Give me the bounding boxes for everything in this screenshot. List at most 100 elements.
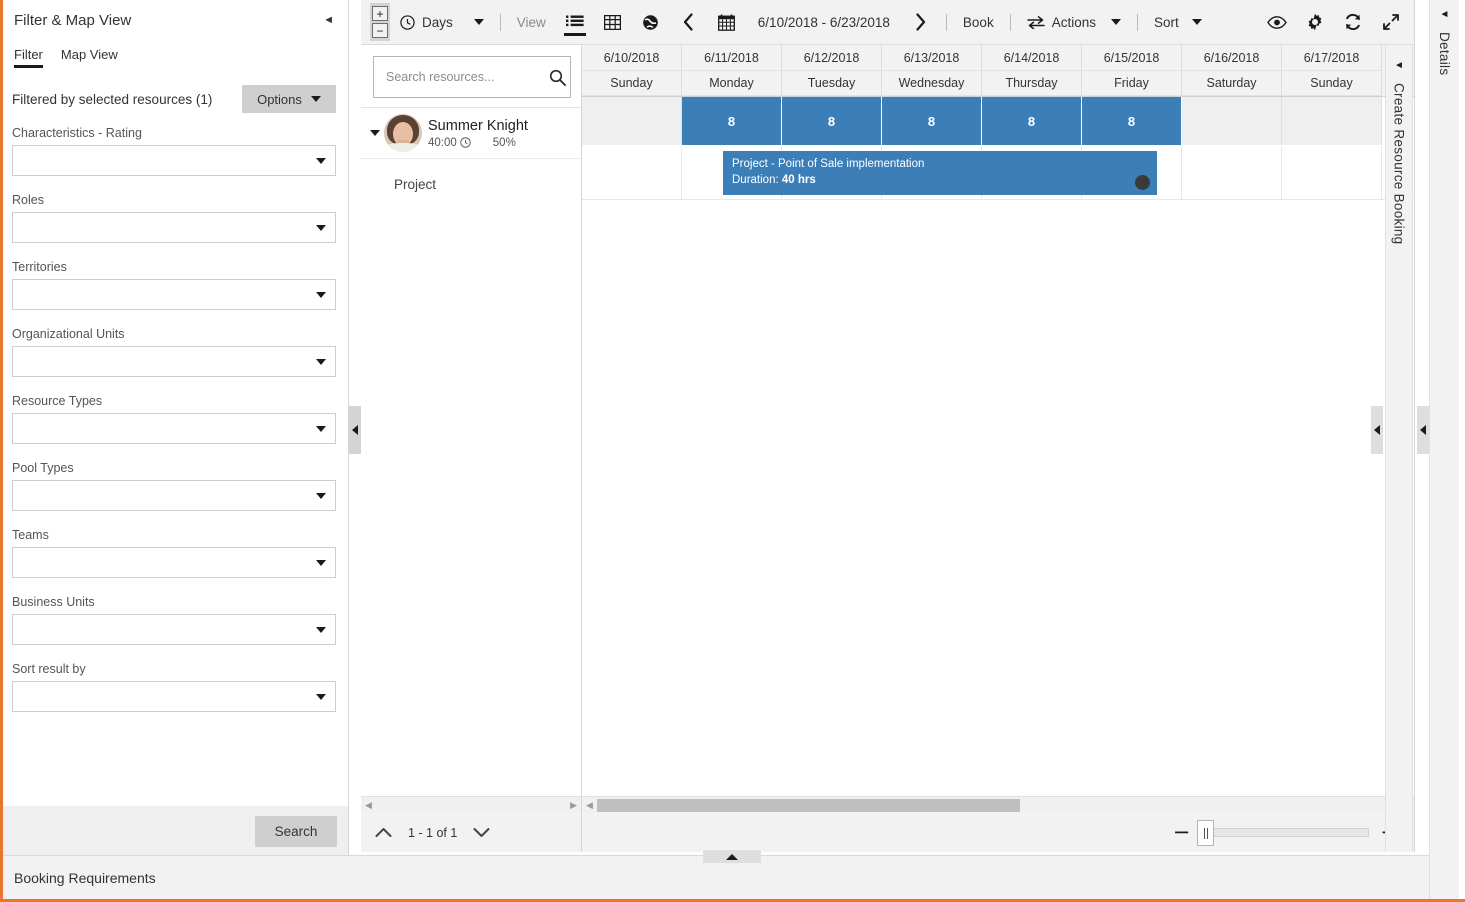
header-date-cell: 6/16/2018 <box>1182 45 1282 71</box>
sort-result-by-select[interactable] <box>12 681 336 712</box>
booking-requirements-label: Booking Requirements <box>14 869 156 886</box>
tab-map-view[interactable]: Map View <box>61 47 118 68</box>
grid-header-dates: 6/10/2018 6/11/2018 6/12/2018 6/13/2018 … <box>582 45 1414 71</box>
header-day-cell: Thursday <box>982 71 1082 96</box>
resource-stats: 40:00 50% <box>428 137 528 149</box>
calendar-icon[interactable] <box>708 0 746 45</box>
date-range-label[interactable]: 6/10/2018 - 6/23/2018 <box>746 15 902 30</box>
resource-row[interactable]: Summer Knight 40:00 50% <box>361 107 581 158</box>
chevron-left-icon[interactable]: ◄ <box>1440 10 1450 20</box>
chevron-down-icon <box>316 224 326 231</box>
resource-pane-hscrollbar[interactable]: ◀ ▶ <box>361 796 581 813</box>
zoom-slider-thumb[interactable] <box>1197 820 1215 846</box>
map-view-icon[interactable] <box>632 0 670 45</box>
chevron-down-icon <box>316 626 326 633</box>
chevron-down-icon <box>316 157 326 164</box>
field-territories: Territories <box>12 260 336 310</box>
book-button[interactable]: Book <box>953 0 1004 45</box>
grid-header-days: Sunday Monday Tuesday Wednesday Thursday… <box>582 71 1414 97</box>
chevron-left-icon[interactable]: ◄ <box>1394 61 1404 71</box>
territories-select[interactable] <box>12 279 336 310</box>
capacity-cell[interactable]: 8 <box>882 97 982 145</box>
grid-hscrollbar[interactable]: ◀ ▶ <box>582 796 1414 813</box>
capacity-cell[interactable]: 8 <box>682 97 782 145</box>
chevron-down-icon <box>370 130 380 136</box>
page-up-button[interactable] <box>375 827 392 838</box>
capacity-cell[interactable] <box>1282 97 1382 145</box>
booking-slot[interactable] <box>582 147 682 199</box>
zoom-out-button[interactable]: − <box>372 23 388 38</box>
details-panel[interactable]: ◄ Details <box>1429 0 1459 902</box>
booking-bar[interactable]: Project - Point of Sale implementation D… <box>723 151 1157 195</box>
refresh-icon[interactable] <box>1334 0 1372 45</box>
hscroll-thumb[interactable] <box>597 799 1020 812</box>
sort-menu[interactable]: Sort <box>1144 0 1212 45</box>
characteristics-rating-select[interactable] <box>12 145 336 176</box>
expand-collapse-icon[interactable] <box>368 130 382 136</box>
field-label: Roles <box>12 193 44 207</box>
capacity-cell[interactable]: 8 <box>782 97 882 145</box>
details-panel-splitter[interactable] <box>1417 406 1429 454</box>
booking-title: Project - Point of Sale implementation <box>732 158 925 170</box>
list-view-icon[interactable] <box>556 0 594 45</box>
teams-select[interactable] <box>12 547 336 578</box>
gear-icon[interactable] <box>1296 0 1334 45</box>
zoom-out-icon[interactable]: − <box>1173 822 1191 843</box>
capacity-row: 8 8 8 8 8 <box>582 97 1414 147</box>
pager-range-text: 1 - 1 of 1 <box>408 825 458 840</box>
eye-icon[interactable] <box>1258 0 1296 45</box>
resource-child-row[interactable]: Project <box>361 158 581 209</box>
header-day-cell: Sunday <box>1282 71 1382 96</box>
zoom-stack: + − <box>370 3 390 41</box>
prev-period-button[interactable] <box>670 0 708 45</box>
zoom-in-button[interactable]: + <box>372 6 388 21</box>
next-period-button[interactable] <box>902 0 940 45</box>
grid-view-icon[interactable] <box>594 0 632 45</box>
options-button[interactable]: Options <box>242 85 336 113</box>
filter-fields: Characteristics - Rating Roles Territori… <box>0 114 348 792</box>
scroll-right-icon[interactable]: ▶ <box>570 800 577 810</box>
capacity-cell[interactable]: 8 <box>982 97 1082 145</box>
header-date-cell: 6/15/2018 <box>1082 45 1182 71</box>
booking-slot[interactable] <box>1282 147 1382 199</box>
chevron-left-icon[interactable]: ◄ <box>323 14 334 26</box>
roles-select[interactable] <box>12 212 336 243</box>
booking-duration-value: 40 hrs <box>781 174 816 186</box>
search-button[interactable]: Search <box>255 816 337 847</box>
schedule-grid: 6/10/2018 6/11/2018 6/12/2018 6/13/2018 … <box>582 45 1414 852</box>
timescale-selector[interactable]: Days <box>390 0 494 45</box>
chevron-down-icon <box>316 492 326 499</box>
tab-filter[interactable]: Filter <box>14 47 43 68</box>
business-units-select[interactable] <box>12 614 336 645</box>
resource-hours: 40:00 <box>428 137 471 149</box>
filter-panel-splitter[interactable] <box>349 406 361 454</box>
booking-slot[interactable] <box>1182 147 1282 199</box>
field-label: Sort result by <box>12 662 86 676</box>
resource-types-select[interactable] <box>12 413 336 444</box>
create-resource-booking-panel[interactable]: ◄ Create Resource Booking <box>1385 45 1413 852</box>
expand-icon[interactable] <box>1372 0 1410 45</box>
actions-menu[interactable]: Actions <box>1017 0 1131 45</box>
details-label: Details <box>1437 32 1452 76</box>
board-right-splitter[interactable] <box>1371 406 1383 454</box>
scroll-left-icon[interactable]: ◀ <box>586 800 593 810</box>
timescale-zoom-slider: − + <box>582 813 1414 852</box>
search-input[interactable] <box>384 69 549 85</box>
header-date-cell: 6/13/2018 <box>882 45 982 71</box>
organizational-units-select[interactable] <box>12 346 336 377</box>
header-date-cell: 6/11/2018 <box>682 45 782 71</box>
capacity-cell[interactable] <box>1182 97 1282 145</box>
scroll-left-icon[interactable]: ◀ <box>365 800 372 810</box>
capacity-cell[interactable]: 8 <box>1082 97 1182 145</box>
page-down-button[interactable] <box>473 827 490 838</box>
capacity-cell[interactable] <box>582 97 682 145</box>
toolbar-right-icons <box>1258 0 1414 45</box>
bottom-panel-expand-tab[interactable] <box>703 850 761 863</box>
timescale-label: Days <box>422 14 453 30</box>
scheduling-app: Filter & Map View ◄ Filter Map View Filt… <box>0 0 1465 902</box>
pool-types-select[interactable] <box>12 480 336 511</box>
zoom-slider-track[interactable] <box>1197 820 1370 846</box>
search-icon[interactable] <box>549 69 566 86</box>
schedule-board: + − Days View 6/10/2018 - 6/23/2018 Book… <box>361 0 1415 852</box>
resource-search-box[interactable] <box>373 56 571 98</box>
